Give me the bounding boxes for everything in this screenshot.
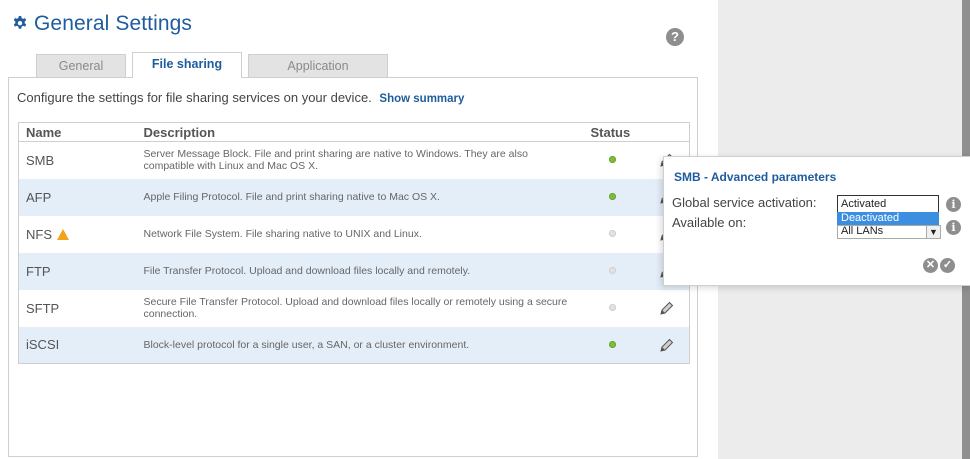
intro-description: Configure the settings for file sharing … bbox=[17, 90, 372, 105]
page-title: General Settings bbox=[34, 12, 193, 35]
tab-bar: General File sharing Application service… bbox=[36, 52, 394, 96]
status-off-icon bbox=[608, 230, 616, 237]
activation-label: Global service activation: bbox=[672, 195, 817, 210]
file-sharing-panel: Configure the settings for file sharing … bbox=[8, 77, 698, 457]
gear-icon bbox=[13, 16, 27, 29]
table-row[interactable]: NFS Network File System. File sharing na… bbox=[19, 216, 690, 253]
tab-application-services[interactable]: Application services bbox=[248, 54, 388, 96]
column-header-status: Status bbox=[583, 122, 690, 142]
service-name: SMB bbox=[26, 152, 55, 168]
status-on-icon bbox=[608, 193, 616, 200]
service-name: NFS bbox=[26, 226, 52, 242]
table-row[interactable]: AFP Apple Filing Protocol. File and prin… bbox=[18, 178, 690, 216]
available-select[interactable]: All LANs ▼ bbox=[837, 225, 941, 239]
service-name: AFP bbox=[26, 189, 52, 205]
service-name: FTP bbox=[26, 263, 51, 279]
popup-title: SMB - Advanced parameters bbox=[674, 170, 837, 184]
activation-select[interactable]: Activated bbox=[837, 195, 939, 213]
warning-icon bbox=[57, 228, 69, 240]
show-summary-link[interactable]: Show summary bbox=[379, 93, 464, 105]
pencil-icon[interactable] bbox=[659, 300, 675, 316]
tab-file-sharing[interactable]: File sharing bbox=[132, 52, 242, 78]
chevron-down-icon[interactable]: ▼ bbox=[926, 226, 940, 238]
tab-general[interactable]: General bbox=[36, 54, 126, 78]
table-row[interactable]: FTP File Transfer Protocol. Upload and d… bbox=[18, 252, 690, 290]
service-name: SFTP bbox=[26, 300, 60, 316]
page-header: General Settings bbox=[12, 12, 192, 36]
help-icon[interactable]: ? bbox=[666, 28, 684, 46]
status-off-icon bbox=[608, 267, 616, 274]
pencil-icon[interactable] bbox=[659, 337, 675, 353]
smb-advanced-popup: SMB - Advanced parameters Global service… bbox=[663, 156, 970, 286]
status-on-icon bbox=[608, 156, 616, 164]
service-description: Server Message Block. File and print sha… bbox=[143, 148, 528, 173]
table-row[interactable]: SFTP Secure File Transfer Protocol. Uplo… bbox=[19, 290, 690, 327]
service-description: Apple Filing Protocol. File and print sh… bbox=[143, 191, 440, 203]
status-on-icon bbox=[608, 340, 616, 348]
available-value: All LANs bbox=[841, 225, 884, 237]
column-header-name: Name bbox=[18, 122, 137, 142]
service-description: File Transfer Protocol. Upload and downl… bbox=[143, 265, 471, 277]
status-off-icon bbox=[608, 304, 616, 311]
available-label: Available on: bbox=[672, 215, 747, 230]
activation-option-deactivated[interactable]: Deactivated bbox=[837, 212, 939, 225]
service-name-cell: NFS bbox=[19, 216, 137, 253]
info-icon[interactable]: i bbox=[946, 197, 961, 212]
table-row[interactable]: iSCSI Block-level protocol for a single … bbox=[18, 326, 690, 364]
intro-text: Configure the settings for file sharing … bbox=[17, 90, 464, 105]
services-table: Name Description Status SMB Server Messa… bbox=[18, 122, 690, 364]
table-row[interactable]: SMB Server Message Block. File and print… bbox=[19, 142, 690, 179]
column-header-description: Description bbox=[136, 122, 584, 142]
cancel-icon[interactable]: ✕ bbox=[923, 258, 938, 273]
service-description: Network File System. File sharing native… bbox=[143, 228, 422, 240]
info-icon[interactable]: i bbox=[946, 220, 961, 235]
service-description: Secure File Transfer Protocol. Upload an… bbox=[143, 296, 568, 320]
service-description: Block-level protocol for a single user, … bbox=[143, 338, 470, 351]
service-name: iSCSI bbox=[26, 337, 60, 353]
check-icon[interactable]: ✓ bbox=[940, 258, 955, 273]
